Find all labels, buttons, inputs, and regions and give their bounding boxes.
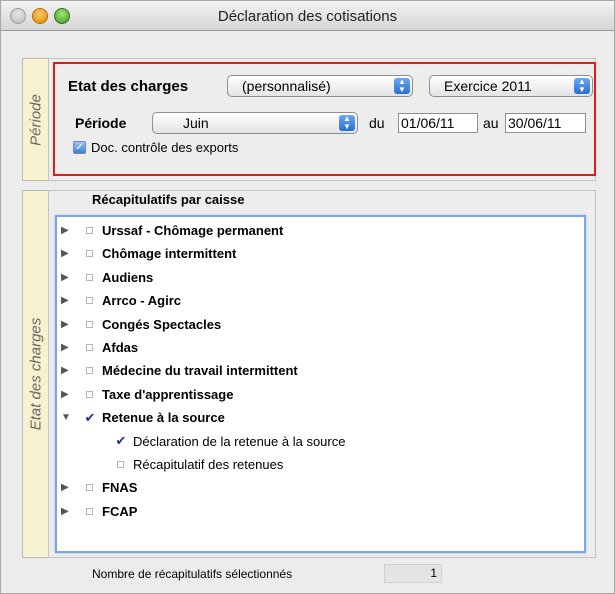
list-item[interactable]: ▶ Urssaf - Chômage permanent xyxy=(57,219,584,242)
list-item[interactable]: ▶ Congés Spectacles xyxy=(57,313,584,336)
etat-label: Etat des charges xyxy=(68,78,189,95)
checkmark-icon[interactable]: ✓ xyxy=(73,141,86,154)
list-item-label: Arrco - Agirc xyxy=(102,293,181,309)
triangle-right-icon[interactable]: ▶ xyxy=(61,295,73,306)
list-item-label: Afdas xyxy=(102,340,139,355)
triangle-right-icon[interactable]: ▶ xyxy=(61,342,73,353)
popup-arrows-icon: ▲ ▼ xyxy=(339,115,355,131)
popup-arrows-icon: ▲ ▼ xyxy=(574,78,590,94)
window-title: Déclaration des cotisations xyxy=(217,8,398,25)
au-label: au xyxy=(483,115,499,131)
etat-popup-value: (personnalisé) xyxy=(242,78,331,94)
list-item-label: Chômage intermittent xyxy=(102,246,237,262)
list-item[interactable]: ▶ Arrco - Agirc xyxy=(57,289,584,312)
triangle-right-icon[interactable]: ▶ xyxy=(61,225,73,236)
popup-arrows-icon: ▲ ▼ xyxy=(394,78,410,94)
unchecked-box-icon[interactable] xyxy=(86,250,93,258)
etat-popup[interactable]: (personnalisé) ▲ ▼ xyxy=(227,75,413,97)
mois-popup-value: Juin xyxy=(183,115,209,131)
unchecked-box-icon[interactable] xyxy=(86,297,93,305)
checkmark-icon[interactable]: ✔ xyxy=(84,410,96,426)
list-item-label: Médecine du travail intermittent xyxy=(102,363,298,379)
periode-label: Période xyxy=(75,115,127,131)
unchecked-box-icon[interactable] xyxy=(86,227,93,234)
unchecked-box-icon[interactable] xyxy=(86,507,93,515)
list-item[interactable]: ▶ FNAS xyxy=(57,476,584,499)
list-item[interactable]: Récapitulatif des retenues xyxy=(57,453,584,476)
list-item[interactable]: ▶ Médecine du travail intermittent xyxy=(57,359,584,382)
triangle-right-icon[interactable]: ▶ xyxy=(61,319,73,330)
unchecked-box-icon[interactable] xyxy=(86,344,93,351)
recap-header: Récapitulatifs par caisse xyxy=(92,192,245,207)
list-item[interactable]: ▶ Audiens xyxy=(57,266,584,289)
list-item[interactable]: ▼ ✔ Retenue à la source xyxy=(57,406,584,429)
list-item-label: Récapitulatif des retenues xyxy=(133,457,284,472)
unchecked-box-icon[interactable] xyxy=(86,320,93,328)
unchecked-box-icon[interactable] xyxy=(86,484,93,492)
doc-controle-label: Doc. contrôle des exports xyxy=(91,140,239,155)
list-item-label: Déclaration de la retenue à la source xyxy=(133,433,346,449)
count-label: Nombre de récapitulatifs sélectionnés xyxy=(92,567,293,581)
list-item-label: Congés Spectacles xyxy=(102,316,222,332)
doc-controle-checkbox-row[interactable]: ✓ Doc. contrôle des exports xyxy=(73,140,238,155)
du-label: du xyxy=(369,115,385,131)
mois-popup[interactable]: Juin ▲ ▼ xyxy=(152,112,358,134)
tab-periode[interactable]: Période xyxy=(22,58,48,181)
count-value: 1 xyxy=(384,564,442,583)
triangle-down-icon[interactable]: ▼ xyxy=(61,412,73,423)
date-au-field[interactable]: 30/06/11 xyxy=(505,113,586,133)
list-item-label: Urssaf - Chômage permanent xyxy=(102,223,284,238)
triangle-right-icon[interactable]: ▶ xyxy=(61,506,73,517)
recap-list[interactable]: ▶ Urssaf - Chômage permanent ▶ Chômage inte… xyxy=(55,215,586,553)
exercice-popup-value: Exercice 2011 xyxy=(444,78,532,94)
list-item[interactable]: ▶ FCAP xyxy=(57,500,584,523)
triangle-right-icon[interactable]: ▶ xyxy=(61,365,73,376)
list-item-label: FNAS xyxy=(102,480,138,496)
list-item[interactable]: ✔ Déclaration de la retenue à la source xyxy=(57,430,584,453)
list-item[interactable]: ▶ Taxe d'apprentissage xyxy=(57,383,584,406)
list-item-label: Audiens xyxy=(102,269,154,285)
list-item-label: Taxe d'apprentissage xyxy=(102,386,234,402)
list-item-label: FCAP xyxy=(102,503,138,519)
tab-etat-des-charges[interactable]: Etat des charges xyxy=(22,190,48,558)
triangle-right-icon[interactable]: ▶ xyxy=(61,389,73,400)
unchecked-box-icon[interactable] xyxy=(117,461,124,468)
title-bar[interactable]: Déclaration des cotisations xyxy=(1,1,614,31)
triangle-right-icon[interactable]: ▶ xyxy=(61,272,73,283)
exercice-popup[interactable]: Exercice 2011 ▲ ▼ xyxy=(429,75,593,97)
date-du-field[interactable]: 01/06/11 xyxy=(398,113,478,133)
triangle-right-icon[interactable]: ▶ xyxy=(61,482,73,493)
unchecked-box-icon[interactable] xyxy=(86,273,93,281)
triangle-right-icon[interactable]: ▶ xyxy=(61,248,73,259)
list-item[interactable]: ▶ Chômage intermittent xyxy=(57,242,584,265)
unchecked-box-icon[interactable] xyxy=(86,367,93,375)
list-item-label: Retenue à la source xyxy=(102,410,225,426)
list-item[interactable]: ▶ Afdas xyxy=(57,336,584,359)
unchecked-box-icon[interactable] xyxy=(86,390,93,398)
checkmark-icon[interactable]: ✔ xyxy=(115,433,127,449)
tab-etat-label: Etat des charges xyxy=(27,317,44,431)
tab-periode-label: Période xyxy=(27,93,44,146)
